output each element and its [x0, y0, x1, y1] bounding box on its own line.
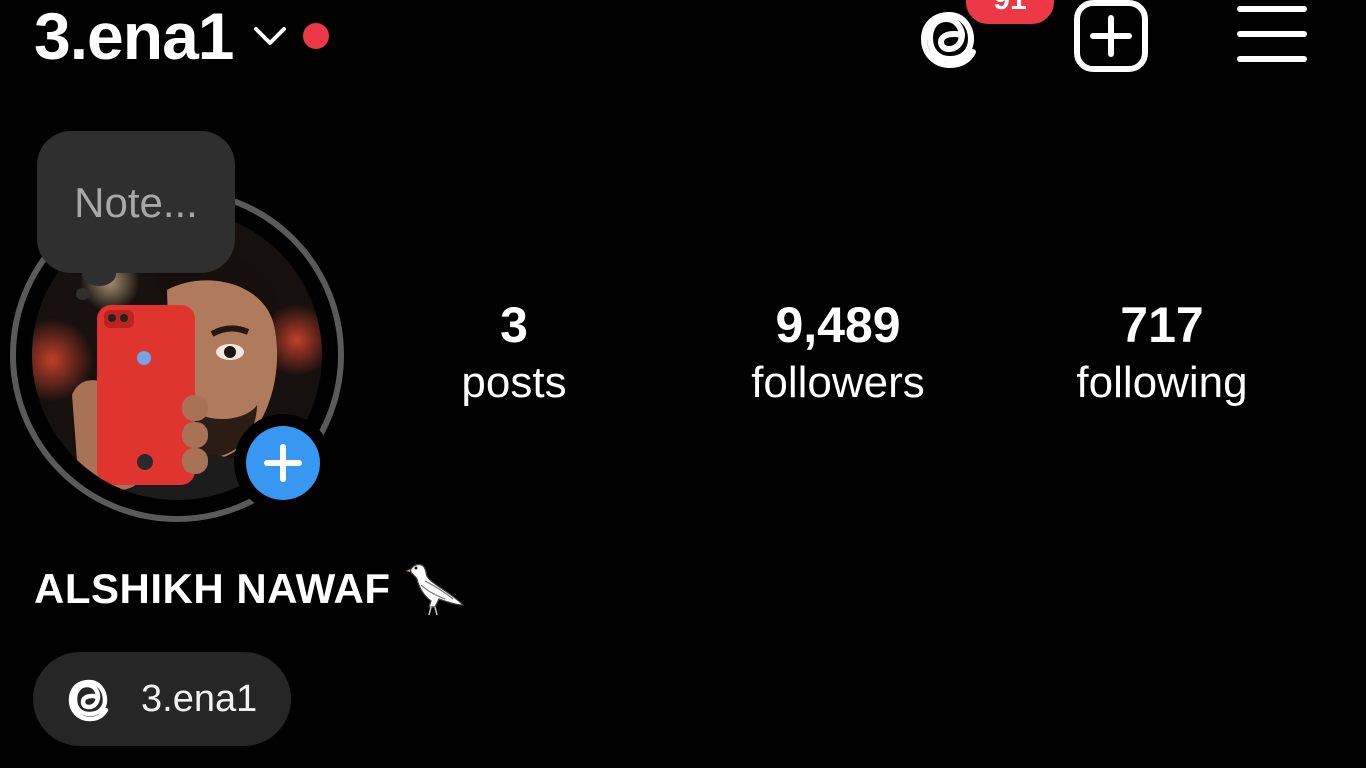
threads-profile-link[interactable]: 3.ena1: [33, 652, 291, 746]
notification-badge[interactable]: 91: [964, 0, 1056, 26]
followers-label: followers: [751, 358, 925, 407]
full-name: ALSHIKH NAWAF: [34, 565, 391, 612]
note-placeholder: Note...: [74, 179, 198, 226]
plus-icon: [264, 444, 302, 482]
falcon-emoji-icon: [405, 563, 464, 616]
followers-stat[interactable]: 9,489 followers: [698, 296, 978, 412]
add-story-button[interactable]: [234, 414, 332, 512]
unread-dot: [303, 23, 330, 49]
posts-count: 3: [500, 297, 528, 353]
add-story-circle: [246, 426, 320, 500]
menu-button[interactable]: [1236, 4, 1308, 64]
username[interactable]: 3.ena1: [34, 0, 234, 72]
menu-icon: [1237, 6, 1307, 62]
following-count: 717: [1120, 297, 1204, 353]
followers-count: 9,489: [775, 297, 901, 353]
threads-handle: 3.ena1: [141, 677, 258, 720]
note-bubble-tail: [76, 288, 90, 300]
following-label: following: [1076, 358, 1248, 407]
full-name-row: ALSHIKH NAWAF: [34, 554, 467, 624]
account-switcher[interactable]: 3.ena1: [34, 0, 330, 72]
threads-icon: [68, 679, 109, 722]
posts-stat[interactable]: 3 posts: [374, 296, 654, 412]
new-post-button[interactable]: [1073, 0, 1149, 72]
note-bubble[interactable]: Note...: [37, 131, 235, 273]
chevron-down-icon[interactable]: [253, 19, 287, 53]
following-stat[interactable]: 717 following: [1022, 296, 1302, 412]
posts-label: posts: [461, 358, 567, 407]
new-post-icon: [1074, 0, 1148, 72]
profile-page: 3.ena1 91: [0, 0, 1366, 768]
